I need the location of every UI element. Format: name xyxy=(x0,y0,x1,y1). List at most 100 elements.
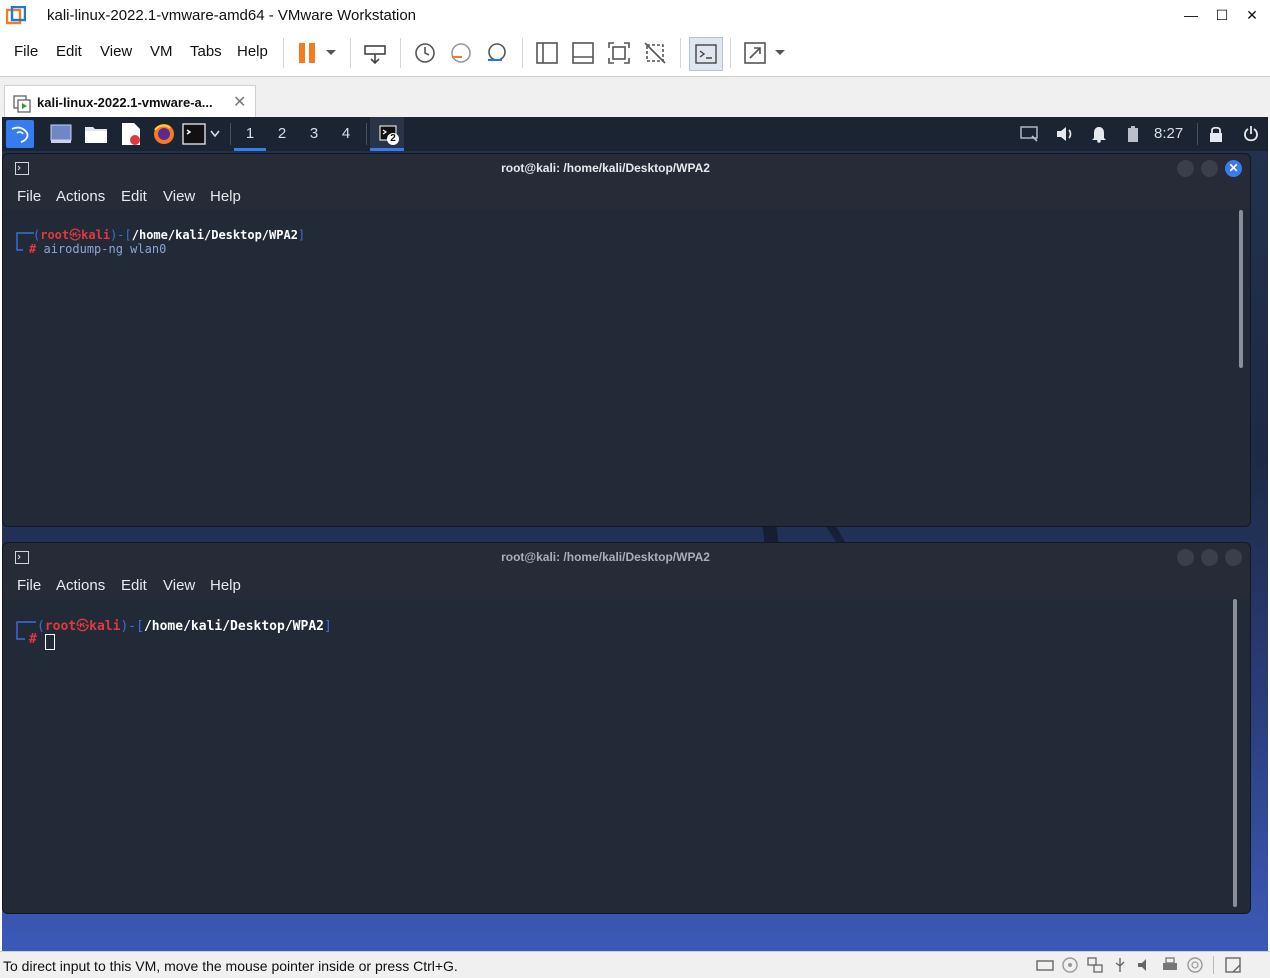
panel-clock[interactable]: 8:27 xyxy=(1154,125,1183,142)
pause-dropdown-icon[interactable] xyxy=(325,49,337,57)
toolbar-divider xyxy=(522,38,523,68)
workspace-3[interactable]: 3 xyxy=(300,125,328,142)
taskbar-active-indicator xyxy=(370,148,404,151)
terminal-menu-actions[interactable]: Actions xyxy=(56,188,105,205)
screen-cast-icon[interactable] xyxy=(1020,126,1038,142)
notifications-bell-icon[interactable] xyxy=(1091,125,1107,143)
terminal-menu-edit[interactable]: Edit xyxy=(121,188,147,205)
usb-controller-icon[interactable] xyxy=(1111,956,1129,974)
maximize-window-button[interactable] xyxy=(1201,160,1218,177)
terminal-launcher-icon[interactable] xyxy=(182,123,206,145)
unity-mode-icon[interactable] xyxy=(642,40,668,66)
firefox-icon[interactable] xyxy=(152,122,176,146)
menu-edit[interactable]: Edit xyxy=(56,43,82,60)
panel-separator xyxy=(366,123,367,145)
terminal-menu-edit[interactable]: Edit xyxy=(121,577,147,594)
hard-disk-icon[interactable] xyxy=(1036,956,1054,974)
minimize-button[interactable]: — xyxy=(1179,4,1203,26)
toolbar-divider xyxy=(730,38,731,68)
prompt-path: /home/kali/Desktop/WPA2 xyxy=(143,619,324,634)
status-message: To direct input to this VM, move the mou… xyxy=(3,958,458,974)
menu-toolbar: File Edit View VM Tabs Help xyxy=(0,32,1270,74)
terminal-menu-help[interactable]: Help xyxy=(210,577,241,594)
terminal-menu-view[interactable]: View xyxy=(163,577,195,594)
terminal-menu-file[interactable]: File xyxy=(17,577,41,594)
toolbar-divider xyxy=(283,38,284,68)
menu-tabs[interactable]: Tabs xyxy=(190,43,222,60)
thumbnail-bar-icon[interactable] xyxy=(570,40,596,66)
terminal-menu-file[interactable]: File xyxy=(17,188,41,205)
vm-tab-close-icon[interactable]: ✕ xyxy=(233,92,246,112)
network-adapter-icon[interactable] xyxy=(1086,956,1104,974)
cd-dvd-icon[interactable] xyxy=(1061,956,1079,974)
panel-separator xyxy=(1197,123,1198,145)
terminal-window-bottom[interactable]: root@kali: /home/kali/Desktop/WPA2 File … xyxy=(2,542,1251,914)
launcher-dropdown-icon[interactable] xyxy=(210,130,220,138)
lock-screen-icon[interactable] xyxy=(1209,125,1223,143)
volume-icon[interactable] xyxy=(1055,125,1075,143)
revert-snapshot-icon[interactable] xyxy=(448,40,474,66)
prompt-line: (root㉿kali)-[/home/kali/Desktop/WPA2] xyxy=(37,619,332,634)
kali-menu-button[interactable] xyxy=(6,120,34,148)
snapshot-icon[interactable] xyxy=(412,40,438,66)
display-icon[interactable] xyxy=(1186,956,1204,974)
active-workspace-indicator xyxy=(234,148,266,151)
panel-separator xyxy=(230,123,231,145)
minimize-window-button[interactable] xyxy=(1177,160,1194,177)
close-button[interactable]: ✕ xyxy=(1240,4,1264,26)
snapshot-manager-icon[interactable] xyxy=(484,40,510,66)
text-editor-icon[interactable] xyxy=(120,122,142,146)
close-window-button[interactable] xyxy=(1225,549,1242,566)
taskbar-terminal-group[interactable]: 2 xyxy=(370,117,404,151)
terminal-scrollbar[interactable] xyxy=(1233,599,1237,907)
full-screen-icon[interactable] xyxy=(606,40,632,66)
terminal-menu-help[interactable]: Help xyxy=(210,188,241,205)
kali-logo-icon xyxy=(11,126,29,143)
logout-icon[interactable] xyxy=(1242,125,1260,143)
prompt-hash: # xyxy=(29,632,37,647)
command-line: # xyxy=(29,632,37,647)
toolbar-divider xyxy=(350,38,351,68)
close-window-button[interactable]: ✕ xyxy=(1225,160,1242,177)
terminal-menu-actions[interactable]: Actions xyxy=(56,577,105,594)
show-library-icon[interactable] xyxy=(534,40,560,66)
prompt-user: root xyxy=(44,619,77,634)
terminal-output[interactable]: (root㉿kali)-[/home/kali/Desktop/WPA2] # xyxy=(3,599,1250,913)
vm-tab[interactable]: kali-linux-2022.1-vmware-a... ✕ xyxy=(4,85,256,120)
stretch-dropdown-icon[interactable] xyxy=(774,49,786,57)
terminal-window-top[interactable]: root@kali: /home/kali/Desktop/WPA2 ✕ Fil… xyxy=(2,153,1251,527)
workspace-1[interactable]: 1 xyxy=(236,125,264,142)
vm-running-icon xyxy=(13,95,31,113)
stretch-guest-icon[interactable] xyxy=(742,40,768,66)
prompt-line: (root㉿kali)-[/home/kali/Desktop/WPA2] xyxy=(33,228,306,242)
menu-view[interactable]: View xyxy=(100,43,132,60)
minimize-window-button[interactable] xyxy=(1177,549,1194,566)
terminal-title: root@kali: /home/kali/Desktop/WPA2 xyxy=(501,550,710,564)
maximize-window-button[interactable] xyxy=(1201,549,1218,566)
prompt-host: kali xyxy=(89,619,121,634)
guest-display[interactable]: 1 2 3 4 2 8:27 root@kali: /home/kali/Des… xyxy=(2,117,1268,951)
toolbar-divider xyxy=(680,38,681,68)
show-desktop-icon[interactable] xyxy=(50,124,72,144)
pause-icon[interactable] xyxy=(295,40,321,66)
sound-card-icon[interactable] xyxy=(1136,956,1154,974)
console-icon xyxy=(695,44,717,64)
terminal-output[interactable]: (root㉿kali)-[/home/kali/Desktop/WPA2] # … xyxy=(3,210,1250,526)
workspace-4[interactable]: 4 xyxy=(332,125,360,142)
maximize-button[interactable]: ☐ xyxy=(1210,4,1234,26)
printer-icon[interactable] xyxy=(1161,956,1179,974)
status-separator xyxy=(1213,956,1214,974)
file-manager-icon[interactable] xyxy=(84,124,108,144)
menu-help[interactable]: Help xyxy=(237,43,268,60)
terminal-titlebar[interactable]: root@kali: /home/kali/Desktop/WPA2 xyxy=(3,543,1250,571)
workspace-2[interactable]: 2 xyxy=(268,125,296,142)
send-ctrl-alt-del-icon[interactable] xyxy=(362,40,388,66)
menu-vm[interactable]: VM xyxy=(150,43,173,60)
battery-icon[interactable] xyxy=(1127,125,1139,143)
console-view-button[interactable] xyxy=(689,37,723,71)
menu-file[interactable]: File xyxy=(14,43,38,60)
message-log-icon[interactable] xyxy=(1224,956,1242,974)
terminal-titlebar[interactable]: root@kali: /home/kali/Desktop/WPA2 ✕ xyxy=(3,154,1250,182)
terminal-scrollbar[interactable] xyxy=(1239,210,1243,368)
terminal-menu-view[interactable]: View xyxy=(163,188,195,205)
